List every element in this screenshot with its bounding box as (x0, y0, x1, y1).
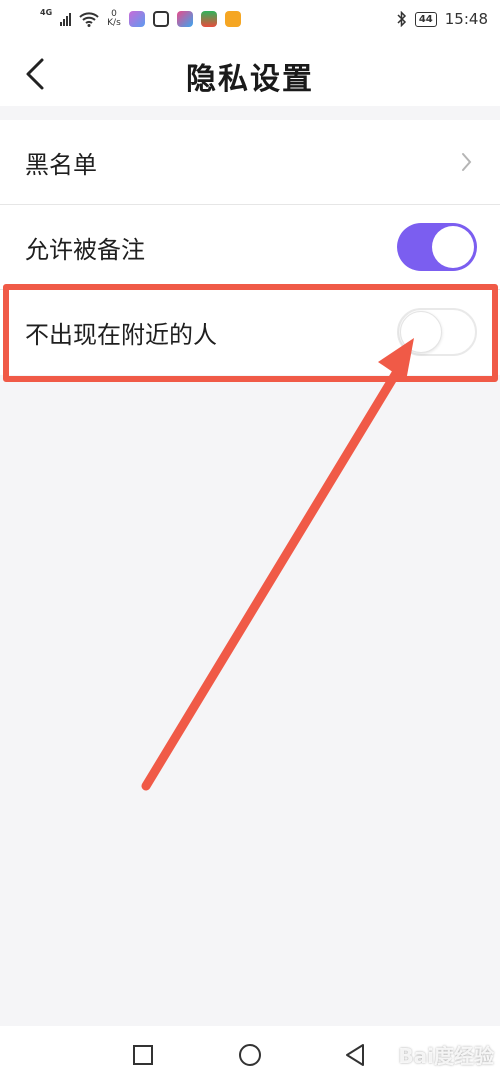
blacklist-label: 黑名单 (25, 150, 97, 179)
allow-remark-label: 允许被备注 (25, 235, 145, 264)
back-triangle-icon[interactable] (340, 1040, 370, 1070)
watermark: Bai度经验 (398, 1044, 494, 1068)
toggle-knob (400, 311, 442, 353)
status-time: 15:48 (444, 10, 488, 28)
home-icon[interactable] (235, 1040, 265, 1070)
toggle-knob (432, 226, 474, 268)
allow-remark-row: 允许被备注 (0, 205, 500, 290)
network-speed: 0 K/s (107, 10, 121, 28)
hide-nearby-toggle[interactable] (397, 308, 477, 356)
app-icon (152, 11, 169, 27)
app-icon (176, 11, 193, 27)
battery-icon: 44 (414, 11, 437, 27)
status-right: 44 15:48 (397, 8, 488, 30)
app-icon (224, 11, 241, 27)
page-title: 隐私设置 (186, 62, 314, 97)
header: 隐私设置 (0, 40, 500, 106)
network-type: 4G (40, 8, 53, 17)
status-left: 4G 0 K/s (40, 8, 241, 30)
speed-unit: K/s (107, 18, 121, 28)
hide-nearby-label: 不出现在附近的人 (25, 321, 217, 349)
bluetooth-icon (397, 11, 406, 27)
hide-nearby-row: 不出现在附近的人 (0, 290, 500, 375)
settings-list: 黑名单 允许被备注 不出现在附近的人 (0, 120, 500, 375)
allow-remark-toggle[interactable] (397, 223, 477, 271)
wifi-icon (79, 12, 99, 27)
navigation-bar: Bai度经验 (0, 1026, 500, 1084)
status-bar: 4G 0 K/s 44 15:48 (0, 0, 500, 40)
recent-apps-icon[interactable] (128, 1040, 158, 1070)
signal-icon (60, 12, 72, 26)
app-icon (200, 11, 217, 27)
blacklist-row[interactable]: 黑名单 (0, 120, 500, 205)
app-icon (128, 11, 145, 27)
chevron-right-icon (462, 153, 472, 171)
